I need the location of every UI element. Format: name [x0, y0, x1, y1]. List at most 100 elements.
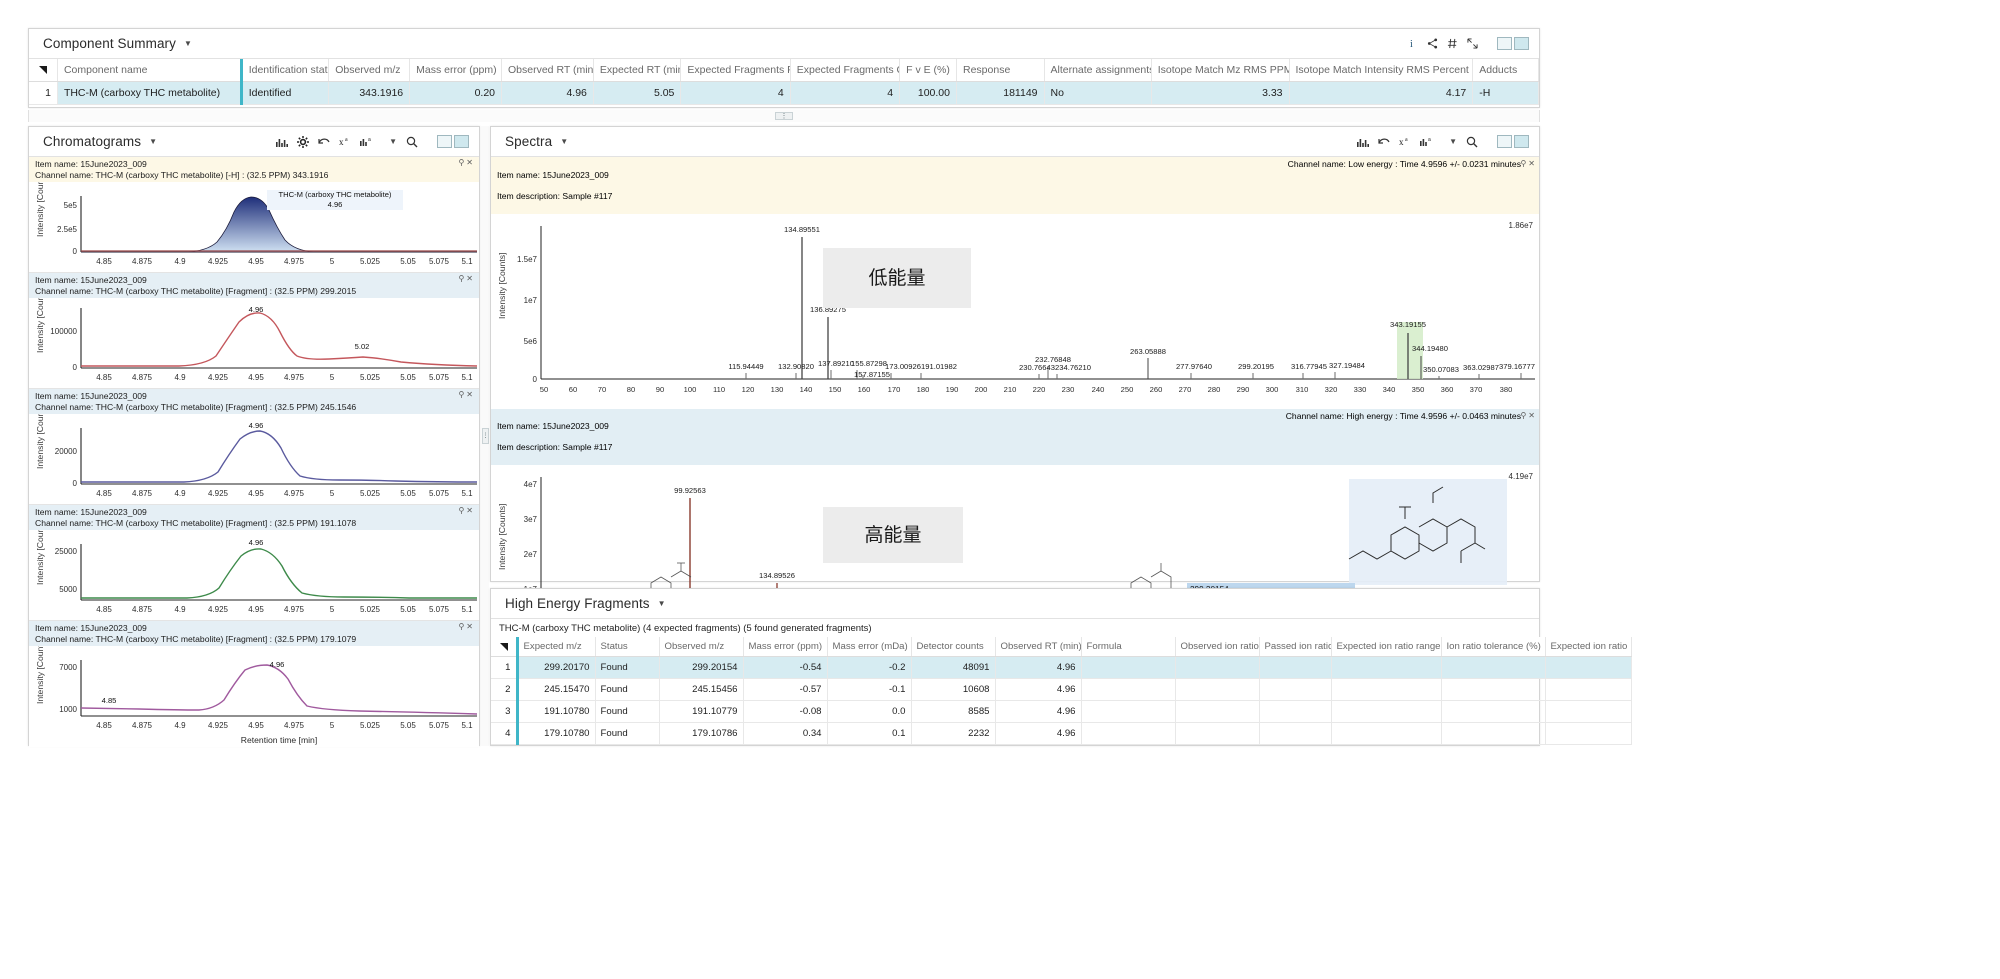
col-identification-status[interactable]: Identification status — [239, 59, 330, 82]
pin-close-icons[interactable]: ⚲✕ — [1520, 411, 1537, 422]
restore-button[interactable] — [1514, 135, 1529, 148]
svg-text:320: 320 — [1325, 385, 1338, 394]
bar-chart-icon[interactable] — [1357, 137, 1370, 147]
table-row[interactable]: 1 THC-M (carboxy THC metabolite) Identif… — [29, 81, 1539, 105]
x-axis-icon[interactable]: xa — [1399, 136, 1411, 147]
chevron-down-icon[interactable]: ▼ — [560, 137, 568, 146]
col-expected-ion-ratio[interactable]: Expected ion ratio — [1545, 637, 1632, 657]
chromatogram-item[interactable]: Item name: 15June2023_009 Channel name: … — [29, 273, 479, 389]
col-passed-ion-ratio[interactable]: Passed ion ratio — [1259, 637, 1332, 657]
col-formula[interactable]: Formula — [1081, 637, 1176, 657]
x-axis-icon[interactable]: xa — [339, 136, 351, 147]
col-observed-mz[interactable]: Observed m/z — [328, 59, 411, 82]
hash-icon[interactable] — [1447, 38, 1458, 49]
svg-text:140: 140 — [800, 385, 813, 394]
chromatogram-plot[interactable]: Intensity [Counts] 20000 0 4.85 4.875 4.9… — [29, 414, 479, 504]
table-header-row: Component name Identification status Obs… — [29, 59, 1539, 82]
minimize-button[interactable] — [1497, 135, 1512, 148]
expand-arrows-icon[interactable] — [1467, 38, 1478, 49]
minimize-button[interactable] — [437, 135, 452, 148]
info-icon[interactable]: i — [1407, 38, 1418, 49]
pin-close-icons[interactable]: ⚲✕ — [1520, 159, 1537, 170]
chart-type-icon[interactable]: a — [1420, 136, 1432, 147]
share-icon[interactable] — [1427, 38, 1438, 49]
item-name: Item name: 15June2023_009 — [497, 421, 609, 431]
chromatogram-item[interactable]: Item name: 15June2023_009 Channel name: … — [29, 505, 479, 621]
col-alternate-assignments[interactable]: Alternate assignments — [1044, 59, 1152, 82]
window-buttons — [1497, 135, 1529, 148]
svg-text:20000: 20000 — [55, 447, 78, 456]
undo-icon[interactable] — [1378, 137, 1390, 147]
undo-icon[interactable] — [318, 137, 330, 147]
col-status[interactable]: Status — [595, 637, 660, 657]
restore-button[interactable] — [1514, 37, 1529, 50]
chart-type-icon[interactable]: a — [360, 136, 372, 147]
chromatogram-plot[interactable]: Intensity [Counts] 25000 5000 4.85 4.875 … — [29, 530, 479, 620]
sort-corner-cell[interactable] — [29, 59, 58, 82]
chromatogram-item[interactable]: Item name: 15June2023_009 Channel name: … — [29, 389, 479, 505]
horizontal-splitter[interactable]: ⋮ — [28, 110, 1540, 122]
col-response[interactable]: Response — [956, 59, 1045, 82]
col-isotope-match-intensity-rms-percent[interactable]: Isotope Match Intensity RMS Percent — [1289, 59, 1474, 82]
chevron-down-icon[interactable]: ▼ — [658, 599, 666, 608]
pin-close-icons[interactable]: ⚲✕ — [458, 622, 475, 633]
search-icon[interactable] — [1466, 136, 1478, 148]
col-mass-error-ppm[interactable]: Mass error (ppm) — [743, 637, 828, 657]
col-ion-ratio-tolerance[interactable]: Ion ratio tolerance (%) — [1441, 637, 1546, 657]
chevron-down-icon[interactable]: ▼ — [184, 39, 192, 48]
chromatogram-plot[interactable]: Intensity [Counts] 7000 1000 4.96 4.85 4… — [29, 646, 479, 747]
svg-text:4e7: 4e7 — [524, 480, 538, 489]
chevron-down-icon[interactable]: ▼ — [149, 137, 157, 146]
svg-text:4.96: 4.96 — [270, 660, 285, 669]
pin-close-icons[interactable]: ⚲✕ — [458, 506, 475, 517]
cell-alternate-assignments: No — [1044, 81, 1152, 105]
gear-icon[interactable] — [297, 135, 310, 148]
table-row[interactable]: 4 179.10780 Found 179.10786 0.34 0.1 223… — [491, 722, 1632, 745]
col-mass-error-ppm[interactable]: Mass error (ppm) — [409, 59, 502, 82]
col-observed-rt[interactable]: Observed RT (min) — [995, 637, 1082, 657]
minimize-button[interactable] — [1497, 37, 1512, 50]
chromatogram-plot[interactable]: Intensity [Counts] 100000 0 5.02 4.85 4.8… — [29, 298, 479, 388]
col-observed-ion-ratio[interactable]: Observed ion ratio — [1175, 637, 1260, 657]
splitter-grip[interactable]: ⋮ — [481, 428, 489, 444]
col-isotope-match-mz-rms-ppm[interactable]: Isotope Match Mz RMS PPM — [1151, 59, 1290, 82]
pin-close-icons[interactable]: ⚲✕ — [458, 158, 475, 169]
search-icon[interactable] — [406, 136, 418, 148]
col-f-v-e[interactable]: F v E (%) — [899, 59, 957, 82]
col-expected-fragments-found[interactable]: Expected Fragments Found — [680, 59, 791, 82]
chromatograms-header: Chromatograms ▼ xa a ▼ — [29, 127, 479, 157]
col-observed-mz[interactable]: Observed m/z — [659, 637, 744, 657]
chevron-down-icon-2[interactable]: ▼ — [1449, 137, 1457, 146]
sort-corner-cell[interactable] — [491, 637, 518, 657]
table-row[interactable]: 2 245.15470 Found 245.15456 -0.57 -0.1 1… — [491, 678, 1632, 701]
svg-text:230: 230 — [1062, 385, 1075, 394]
splitter-grip[interactable]: ⋮ — [775, 112, 793, 120]
table-row[interactable]: 3 191.10780 Found 191.10779 -0.08 0.0 85… — [491, 700, 1632, 723]
table-row[interactable]: 1 299.20170 Found 299.20154 -0.54 -0.2 4… — [491, 656, 1632, 679]
col-component-name[interactable]: Component name — [57, 59, 242, 82]
svg-text:260: 260 — [1150, 385, 1163, 394]
col-mass-error-mda[interactable]: Mass error (mDa) — [827, 637, 912, 657]
col-adducts[interactable]: Adducts — [1472, 59, 1539, 82]
high-energy-header: Item name: 15June2023_009 Item descripti… — [491, 408, 1539, 465]
restore-button[interactable] — [454, 135, 469, 148]
pin-close-icons[interactable]: ⚲✕ — [458, 390, 475, 401]
col-expected-fragments-count[interactable]: Expected Fragments Count — [790, 59, 901, 82]
component-summary-panel: Component Summary ▼ i Component name Ide… — [28, 28, 1540, 108]
col-detector-counts[interactable]: Detector counts — [911, 637, 996, 657]
vertical-splitter[interactable]: ⋮ — [481, 126, 489, 746]
col-expected-mz[interactable]: Expected m/z — [515, 637, 596, 657]
chromatogram-item[interactable]: Item name: 15June2023_009 Channel name: … — [29, 157, 479, 273]
col-expected-ion-ratio-range[interactable]: Expected ion ratio range — [1331, 637, 1442, 657]
chromatogram-item[interactable]: Item name: 15June2023_009 Channel name: … — [29, 621, 479, 747]
chevron-down-icon-2[interactable]: ▼ — [389, 137, 397, 146]
col-expected-rt[interactable]: Expected RT (min) — [593, 59, 682, 82]
pin-close-icons[interactable]: ⚲✕ — [458, 274, 475, 285]
bar-chart-icon[interactable] — [276, 137, 289, 147]
col-observed-rt[interactable]: Observed RT (min) — [501, 59, 594, 82]
chromatogram-plot[interactable]: Intensity [Counts] 5e5 2.5e5 0 4.85 4.875… — [29, 182, 479, 272]
svg-text:4.975: 4.975 — [284, 721, 305, 730]
svg-text:379.16777: 379.16777 — [1499, 362, 1535, 371]
svg-text:100000: 100000 — [50, 327, 77, 336]
low-energy-plot[interactable]: Intensity [Counts] 1.86e7 1.5e7 1e7 5e6 … — [491, 214, 1539, 409]
